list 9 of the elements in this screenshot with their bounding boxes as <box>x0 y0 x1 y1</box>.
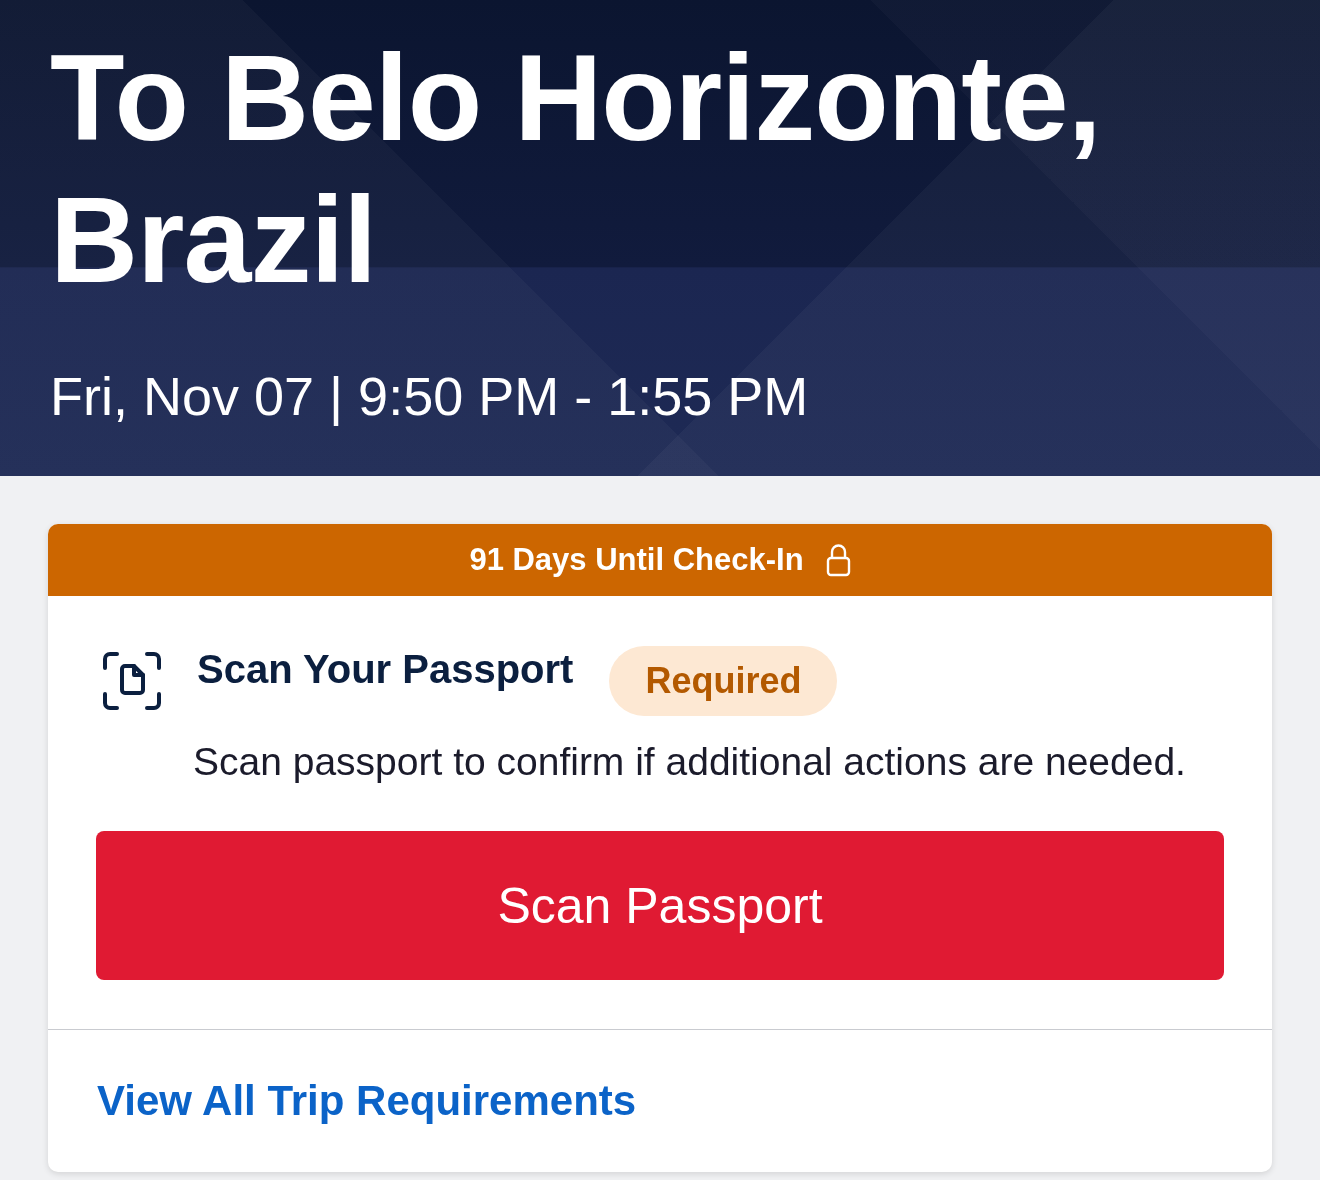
trip-title: To Belo Horizonte, Brazil <box>50 29 1102 310</box>
document-scan-icon <box>103 652 161 710</box>
requirements-link[interactable]: View All Trip Requirements <box>97 1077 637 1124</box>
scan-passport-button[interactable]: Scan Passport <box>96 831 1224 980</box>
trip-date: Fri, Nov 07 | 9:50 PM - 1:55 PM <box>50 366 810 426</box>
checkin-countdown: 91 Days Until Check-In <box>469 541 804 579</box>
required-badge: Required <box>609 646 838 716</box>
task-description: Scan passport to confirm if additional actions are needed. <box>193 739 1187 785</box>
task-title: Scan Your Passport <box>197 646 574 693</box>
